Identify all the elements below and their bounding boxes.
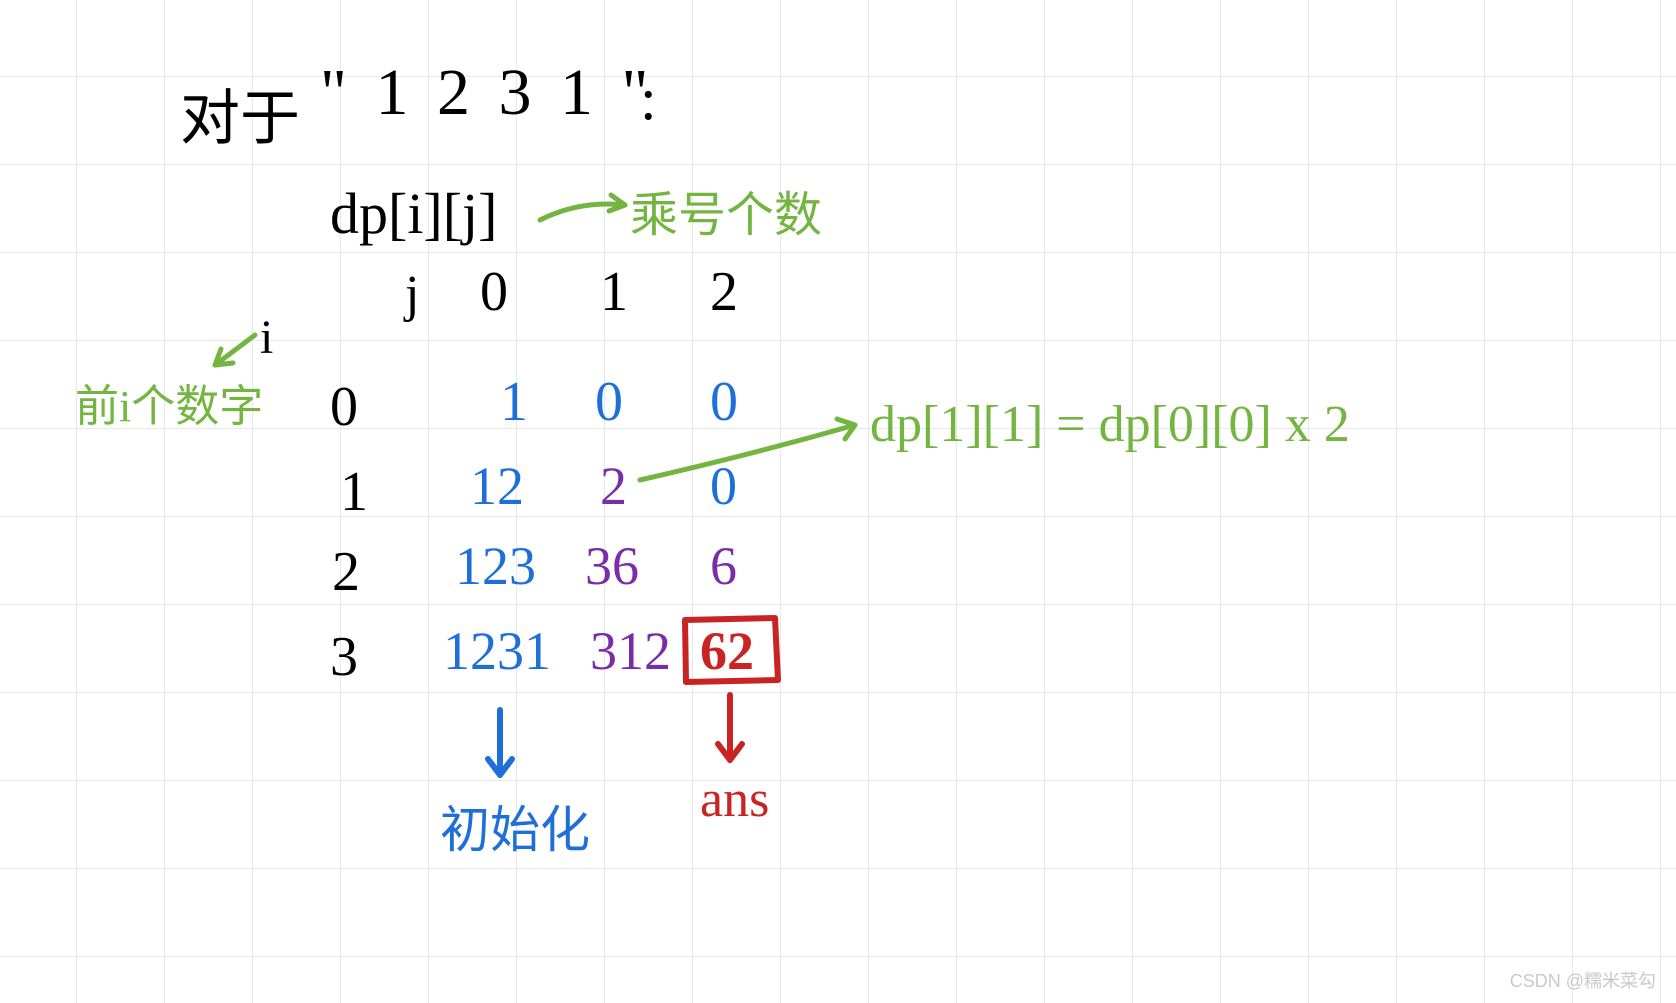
col-1: 1 <box>600 260 628 324</box>
row-0: 0 <box>330 375 358 439</box>
note-ans: ans <box>700 770 769 829</box>
note-init: 初始化 <box>440 790 590 862</box>
cell-2-0: 123 <box>455 535 536 597</box>
row-1: 1 <box>340 460 368 524</box>
row-3: 3 <box>330 625 358 689</box>
dp-label: dp[i][j] <box>330 180 498 247</box>
col-header-j: j <box>405 265 419 324</box>
cell-1-0: 12 <box>470 455 524 517</box>
col-0: 0 <box>480 260 508 324</box>
cell-2-1: 36 <box>585 535 639 597</box>
row-2: 2 <box>332 540 360 604</box>
cell-1-1: 2 <box>600 455 627 517</box>
watermark: CSDN @糯米菜勾 <box>1510 967 1656 993</box>
col-2: 2 <box>710 260 738 324</box>
cell-3-2: 62 <box>700 620 754 682</box>
cell-3-1: 312 <box>590 620 671 682</box>
cell-0-0: 1 <box>500 370 528 434</box>
cell-0-2: 0 <box>710 370 738 434</box>
note-prefix-digits: 前i个数字 <box>75 370 263 434</box>
title-colon: : <box>640 65 657 134</box>
cell-1-2: 0 <box>710 455 737 517</box>
note-formula: dp[1][1] = dp[0][0] x 2 <box>870 395 1350 454</box>
note-multiplier-count: 乘号个数 <box>630 175 822 245</box>
cell-3-0: 1231 <box>443 620 551 682</box>
title-prefix: 对于 <box>180 70 300 157</box>
title-string: " 1 2 3 1 " <box>320 55 654 131</box>
row-header-i: i <box>260 310 273 365</box>
cell-0-1: 0 <box>595 370 623 434</box>
cell-2-2: 6 <box>710 535 737 597</box>
